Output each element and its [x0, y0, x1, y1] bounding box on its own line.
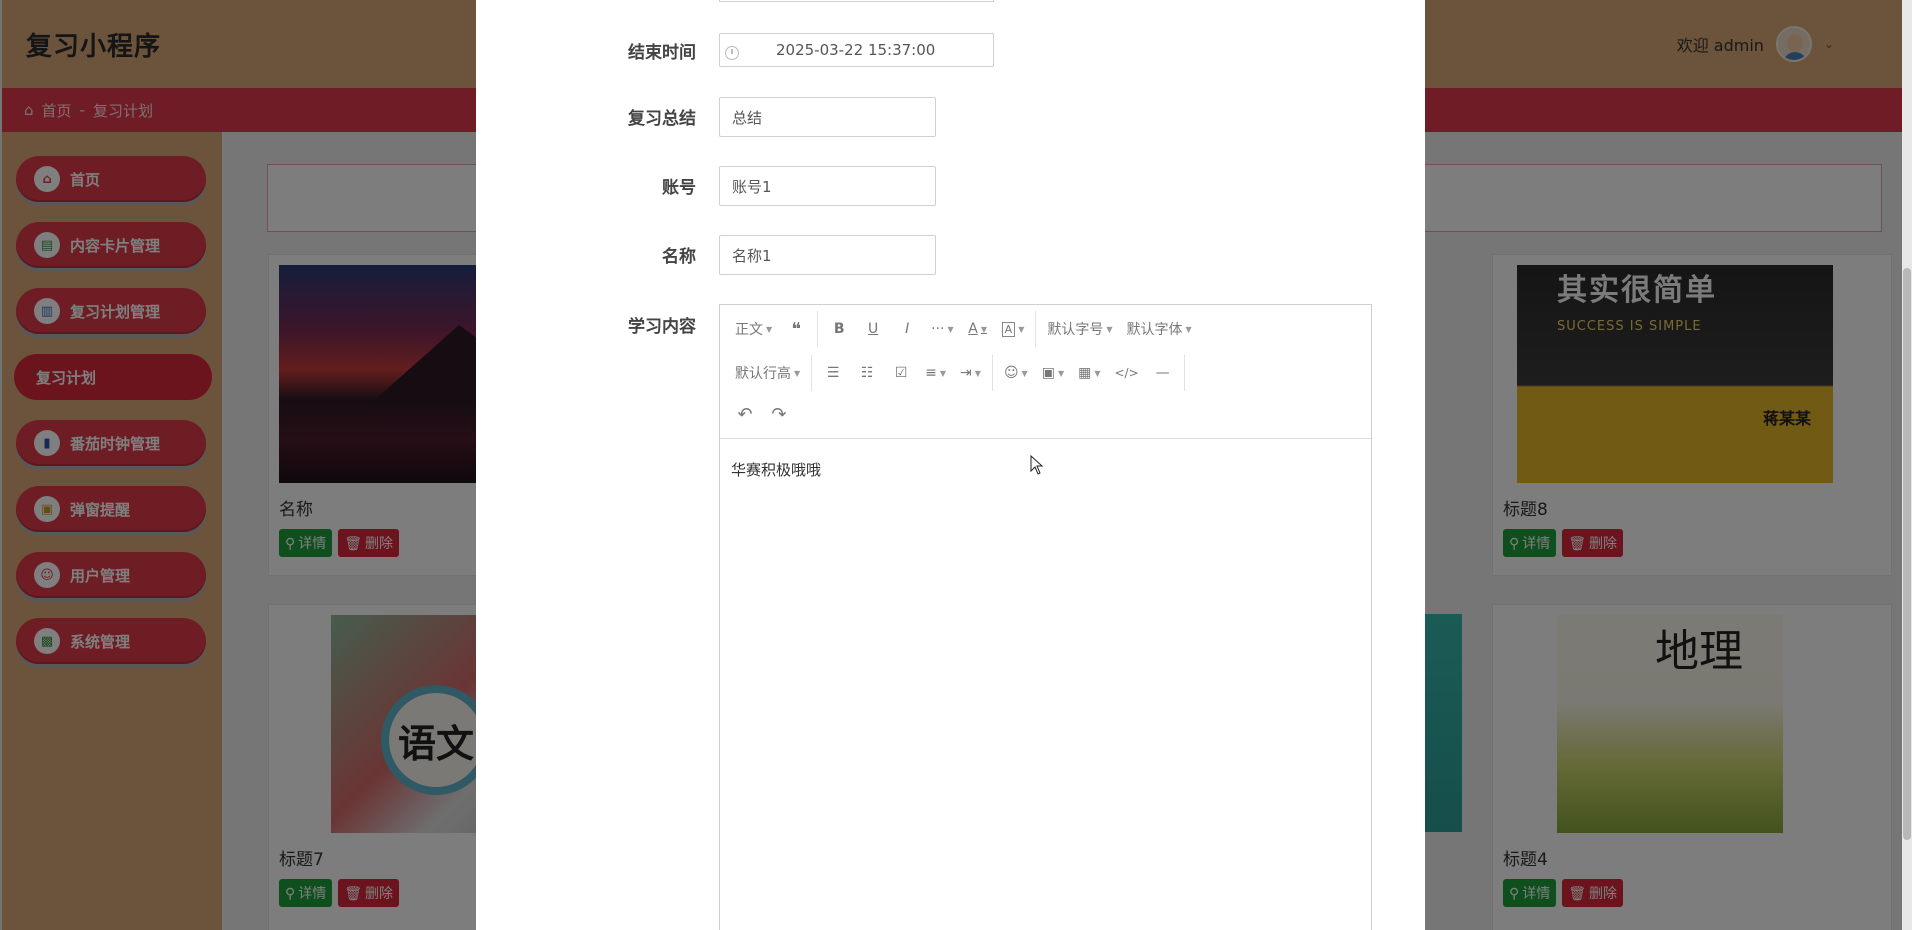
table-icon[interactable]: ▦ ▼ — [1071, 358, 1107, 388]
account-label: 账号 — [662, 178, 696, 198]
align-icon[interactable]: ≡ ▼ — [918, 358, 953, 388]
name-label: 名称 — [662, 247, 696, 267]
rich-text-editor[interactable]: 正文 ▼ ❝ B U I ··· ▼ A ▼ A ▼ 默认字号 ▼ 默认字体 ▼ 默认行高 ▼… — [719, 304, 1372, 930]
quote-icon[interactable]: ❝ — [779, 314, 813, 344]
mouse-cursor-icon — [1030, 455, 1044, 475]
underline-icon[interactable]: U — [856, 314, 890, 344]
italic-icon[interactable]: I — [890, 314, 924, 344]
clock-icon — [725, 46, 739, 60]
end-time-label: 结束时间 — [628, 43, 696, 63]
editor-content[interactable]: 华赛积极哦哦 — [720, 439, 1371, 500]
page-scrollbar[interactable] — [1902, 0, 1912, 930]
font-size-select[interactable]: 默认字号 ▼ — [1040, 314, 1119, 344]
paragraph-style-select[interactable]: 正文 ▼ — [728, 314, 779, 344]
summary-field[interactable]: 总结 — [719, 97, 936, 137]
bullet-list-icon[interactable]: ☰ — [816, 358, 850, 388]
divider-icon[interactable]: — — [1146, 358, 1180, 388]
image-icon[interactable]: ▣ ▼ — [1035, 358, 1071, 388]
redo-icon[interactable]: ↷ — [762, 399, 796, 429]
editor-toolbar: 正文 ▼ ❝ B U I ··· ▼ A ▼ A ▼ 默认字号 ▼ 默认字体 ▼ 默认行高 ▼… — [720, 305, 1371, 439]
emoji-icon[interactable]: ☺ ▼ — [997, 358, 1035, 388]
edit-dialog: 结束时间 2025-03-22 15:37:00 复习总结 总结 账号 账号1 … — [476, 0, 1425, 930]
undo-icon[interactable]: ↶ — [728, 399, 762, 429]
previous-field-edge — [719, 0, 994, 2]
account-field[interactable]: 账号1 — [719, 166, 936, 206]
more-icon[interactable]: ··· ▼ — [924, 314, 961, 344]
indent-icon[interactable]: ⇥ ▼ — [953, 358, 988, 388]
line-height-select[interactable]: 默认行高 ▼ — [728, 358, 807, 388]
summary-label: 复习总结 — [628, 109, 696, 129]
bold-icon[interactable]: B — [822, 314, 856, 344]
todo-icon[interactable]: ☑ — [884, 358, 918, 388]
content-label: 学习内容 — [628, 317, 696, 337]
font-color-icon[interactable]: A ▼ — [961, 314, 995, 344]
background-color-icon[interactable]: A ▼ — [995, 314, 1032, 344]
name-field[interactable]: 名称1 — [719, 235, 936, 275]
font-family-select[interactable]: 默认字体 ▼ — [1120, 314, 1199, 344]
code-icon[interactable]: </> — [1107, 358, 1145, 388]
scrollbar-thumb[interactable] — [1903, 268, 1911, 840]
end-time-field[interactable]: 2025-03-22 15:37:00 — [719, 33, 994, 67]
numbered-list-icon[interactable]: ☷ — [850, 358, 884, 388]
